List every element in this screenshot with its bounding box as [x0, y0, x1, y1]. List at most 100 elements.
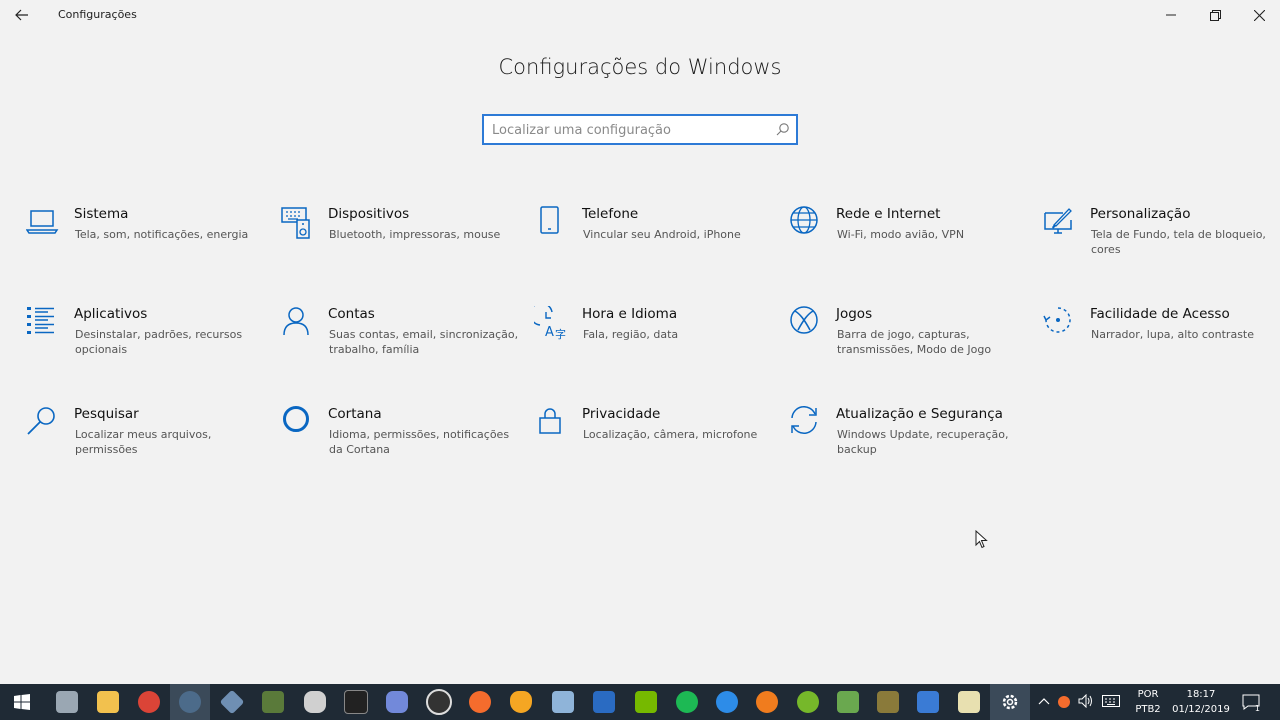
powershell-icon — [593, 691, 615, 713]
xbox-icon — [790, 306, 818, 334]
nvidia-icon — [635, 691, 657, 713]
file-explorer-icon — [97, 691, 119, 713]
svg-text:字: 字 — [555, 327, 566, 341]
taskbar-app[interactable] — [908, 684, 948, 720]
minecraft-icon — [262, 691, 284, 713]
tile-name: Privacidade — [582, 406, 661, 422]
taskbar-app[interactable] — [253, 684, 293, 720]
search-icon — [27, 407, 55, 435]
close-button[interactable] — [1237, 0, 1280, 30]
taskbar-app[interactable] — [88, 684, 128, 720]
tile-desc: Vincular seu Android, iPhone — [583, 228, 741, 241]
tile-desc: Wi-Fi, modo avião, VPN — [837, 228, 965, 241]
taskbar-app[interactable] — [828, 684, 868, 720]
tile-name: Dispositivos — [328, 206, 410, 222]
gamepad-icon — [304, 691, 326, 713]
system-tray — [1036, 684, 1126, 720]
app-green-icon — [837, 691, 859, 713]
chrome-icon — [138, 691, 160, 713]
discord-icon — [386, 691, 408, 713]
taskbar-app[interactable] — [747, 684, 787, 720]
obs-icon — [426, 689, 452, 715]
steam-icon — [179, 691, 201, 713]
page-title: Configurações do Windows — [498, 55, 782, 79]
search-icon[interactable] — [776, 122, 790, 136]
restore-button[interactable] — [1193, 0, 1237, 30]
start-button[interactable] — [2, 684, 42, 720]
taskbar-app[interactable] — [707, 684, 747, 720]
taskbar-app[interactable] — [868, 684, 908, 720]
globe-icon — [790, 206, 818, 234]
tile-rede-internet[interactable]: Rede e Internet Wi-Fi, modo avião, VPN — [788, 206, 1028, 286]
origin-tray-icon[interactable] — [1058, 696, 1070, 708]
taskbar-app[interactable] — [667, 684, 707, 720]
taskbar-app[interactable] — [212, 684, 252, 720]
laptop-icon — [26, 210, 59, 234]
tile-atualizacao-seguranca[interactable]: Atualização e Segurança Windows Update, … — [788, 406, 1028, 486]
volume-icon[interactable] — [1078, 693, 1094, 711]
tile-name: Sistema — [74, 206, 129, 222]
taskbar: POR PTB2 18:17 01/12/2019 1 — [0, 684, 1280, 720]
taskbar-app[interactable] — [949, 684, 989, 720]
taskbar-app[interactable] — [336, 684, 376, 720]
tile-facilidade-acesso[interactable]: Facilidade de Acesso Narrador, lupa, alt… — [1042, 306, 1280, 386]
taskbar-app[interactable] — [501, 684, 541, 720]
action-center-button[interactable]: 1 — [1236, 684, 1266, 720]
search-box[interactable] — [482, 114, 798, 145]
tile-privacidade[interactable]: Privacidade Localização, câmera, microfo… — [534, 406, 774, 486]
tile-name: Facilidade de Acesso — [1090, 306, 1230, 322]
notification-count-badge: 1 — [1254, 704, 1260, 713]
tile-jogos[interactable]: Jogos Barra de jogo, capturas, transmiss… — [788, 306, 1028, 386]
minimize-icon — [1166, 14, 1176, 16]
devices-icon — [281, 207, 310, 239]
taskbar-app[interactable] — [47, 684, 87, 720]
arrow-left-icon — [15, 9, 28, 21]
taskbar-app[interactable] — [295, 684, 335, 720]
keyboard-icon[interactable] — [1102, 694, 1120, 710]
search-input[interactable] — [490, 119, 764, 141]
taskbar-app[interactable] — [129, 684, 169, 720]
tile-desc: Tela, som, notificações, energia — [75, 228, 249, 241]
store-icon — [917, 691, 939, 713]
taskbar-app[interactable] — [419, 684, 459, 720]
tile-hora-idioma[interactable]: A字 Hora e Idioma Fala, região, data — [534, 306, 774, 386]
tile-telefone[interactable]: Telefone Vincular seu Android, iPhone — [534, 206, 774, 286]
mega-cloud-icon — [756, 691, 778, 713]
taskbar-app[interactable] — [788, 684, 828, 720]
tile-desc: Desinstalar, padrões, recursos opcionais — [75, 328, 243, 356]
update-icon — [791, 406, 817, 434]
tile-pesquisar[interactable]: Pesquisar Localizar meus arquivos, permi… — [26, 406, 266, 486]
lock-icon — [539, 408, 561, 434]
tile-desc: Idioma, permissões, notificações da Cort… — [329, 428, 510, 456]
taskbar-app-settings[interactable] — [990, 684, 1030, 720]
tile-aplicativos[interactable]: Aplicativos Desinstalar, padrões, recurs… — [26, 306, 266, 386]
back-button[interactable] — [8, 4, 36, 26]
tile-sistema[interactable]: Sistema Tela, som, notificações, energia — [26, 206, 266, 286]
mouse-cursor-icon — [975, 530, 988, 549]
taskbar-app[interactable] — [626, 684, 666, 720]
taskbar-app[interactable] — [377, 684, 417, 720]
minimize-button[interactable] — [1149, 0, 1193, 30]
pubg-icon — [344, 690, 368, 714]
taskbar-app[interactable] — [460, 684, 500, 720]
personalization-icon — [1044, 208, 1072, 234]
restore-icon — [1209, 9, 1221, 21]
app-diamond-icon — [219, 689, 245, 715]
tile-cortana[interactable]: Cortana Idioma, permissões, notificações… — [280, 406, 520, 486]
taskbar-app[interactable] — [584, 684, 624, 720]
tile-name: Personalização — [1090, 206, 1191, 222]
tile-personalizacao[interactable]: Personalização Tela de Fundo, tela de bl… — [1042, 206, 1280, 286]
tile-contas[interactable]: Contas Suas contas, email, sincronização… — [280, 306, 520, 386]
tile-desc: Narrador, lupa, alto contraste — [1091, 328, 1255, 341]
clock[interactable]: 18:17 01/12/2019 — [1168, 687, 1234, 717]
taskbar-app[interactable] — [170, 684, 210, 720]
tile-dispositivos[interactable]: Dispositivos Bluetooth, impressoras, mou… — [280, 206, 520, 286]
input-language-indicator[interactable]: POR PTB2 — [1130, 687, 1166, 717]
chevron-up-icon[interactable] — [1038, 697, 1050, 708]
tile-desc: Barra de jogo, capturas, transmissões, M… — [837, 328, 992, 356]
clock-date: 01/12/2019 — [1172, 704, 1230, 715]
person-icon — [283, 307, 309, 336]
tile-name: Contas — [328, 306, 375, 322]
tile-desc: Tela de Fundo, tela de bloqueio, cores — [1091, 228, 1266, 256]
taskbar-app[interactable] — [543, 684, 583, 720]
